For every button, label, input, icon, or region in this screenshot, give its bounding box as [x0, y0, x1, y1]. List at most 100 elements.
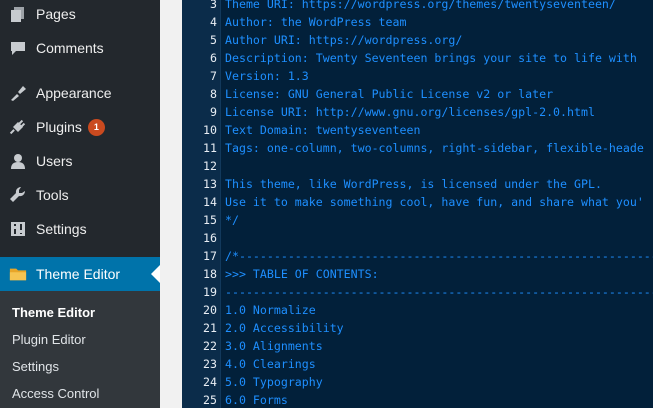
code-line[interactable]: 13 This theme, like WordPress, is license… [182, 175, 653, 193]
line-number: 17 [203, 249, 217, 263]
sidebar-item-users[interactable]: Users [0, 144, 160, 178]
tools-icon [9, 186, 27, 204]
line-number: 8 [210, 87, 217, 101]
code-text[interactable]: 4.0 Clearings [225, 355, 316, 373]
line-number: 20 [203, 303, 217, 317]
code-line[interactable]: 14 Use it to make something cool, have fu… [182, 193, 653, 211]
code-text[interactable]: Author: the WordPress team [225, 13, 406, 31]
code-text[interactable]: >>> TABLE OF CONTENTS: [225, 265, 379, 283]
line-number: 21 [203, 321, 217, 335]
sidebar-item-label: Settings [36, 221, 87, 237]
code-line[interactable]: 24 5.0 Typography [182, 373, 653, 391]
sidebar-item-label: Tools [36, 187, 69, 203]
code-line[interactable]: 8 License: GNU General Public License v2 … [182, 85, 653, 103]
code-text[interactable]: Author URI: https://wordpress.org/ [225, 31, 462, 49]
line-number: 3 [210, 0, 217, 11]
line-number: 11 [203, 141, 217, 155]
code-line[interactable]: 19 --------------------------------------… [182, 283, 653, 301]
line-number: 13 [203, 177, 217, 191]
sidebar-item-appearance[interactable]: Appearance [0, 76, 160, 110]
line-number: 15 [203, 213, 217, 227]
line-number: 25 [203, 393, 217, 407]
code-line[interactable]: 10 Text Domain: twentyseventeen [182, 121, 653, 139]
line-number: 14 [203, 195, 217, 209]
code-line[interactable]: 18 >>> TABLE OF CONTENTS: [182, 265, 653, 283]
code-line[interactable]: 7 Version: 1.3 [182, 67, 653, 85]
code-text[interactable]: /*--------------------------------------… [225, 247, 653, 265]
sidebar-item-label: Comments [36, 40, 104, 56]
plugins-update-badge: 1 [87, 118, 105, 136]
code-text[interactable]: Version: 1.3 [225, 67, 309, 85]
plugins-icon [9, 118, 27, 136]
code-line[interactable]: 23 4.0 Clearings [182, 355, 653, 373]
code-text[interactable]: 3.0 Alignments [225, 337, 323, 355]
sidebar-item-label: Users [36, 153, 73, 169]
line-number: 16 [203, 231, 217, 245]
submenu-access-control[interactable]: Access Control [12, 380, 99, 407]
sidebar-item-label: Plugins [36, 119, 82, 135]
line-number: 5 [210, 33, 217, 47]
line-number: 18 [203, 267, 217, 281]
sidebar-item-tools[interactable]: Tools [0, 178, 160, 212]
code-text[interactable]: This theme, like WordPress, is licensed … [225, 175, 602, 193]
code-line[interactable]: 4 Author: the WordPress team [182, 13, 653, 31]
code-line[interactable]: 25 6.0 Forms [182, 391, 653, 408]
line-number: 6 [210, 51, 217, 65]
sidebar-item-plugins[interactable]: Plugins 1 [0, 110, 160, 144]
submenu-theme-editor[interactable]: Theme Editor [12, 299, 95, 326]
content-gap [160, 0, 182, 408]
appearance-icon [9, 84, 27, 102]
code-editor[interactable]: 3 Theme URI: https://wordpress.org/themes… [182, 0, 653, 408]
line-number: 10 [203, 123, 217, 137]
line-number: 19 [203, 285, 217, 299]
code-line[interactable]: 15 */ [182, 211, 653, 229]
sidebar-item-pages[interactable]: Pages [0, 0, 160, 31]
line-number: 12 [203, 159, 217, 173]
line-number: 24 [203, 375, 217, 389]
code-line[interactable]: 5 Author URI: https://wordpress.org/ [182, 31, 653, 49]
code-line[interactable]: 22 3.0 Alignments [182, 337, 653, 355]
code-line[interactable]: 9 License URI: http://www.gnu.org/license… [182, 103, 653, 121]
code-line[interactable]: 11 Tags: one-column, two-columns, right-s… [182, 139, 653, 157]
code-line[interactable]: 21 2.0 Accessibility [182, 319, 653, 337]
code-line[interactable]: 20 1.0 Normalize [182, 301, 653, 319]
code-text[interactable]: Tags: one-column, two-columns, right-sid… [225, 139, 644, 157]
sidebar-item-label: Pages [36, 6, 76, 22]
folder-icon [9, 265, 27, 283]
code-text[interactable]: 2.0 Accessibility [225, 319, 344, 337]
submenu-plugin-editor[interactable]: Plugin Editor [12, 326, 86, 353]
code-text[interactable]: ----------------------------------------… [225, 283, 653, 301]
users-icon [9, 152, 27, 170]
code-text[interactable]: Text Domain: twentyseventeen [225, 121, 420, 139]
sidebar-item-label: Theme Editor [36, 266, 121, 282]
sidebar-item-comments[interactable]: Comments [0, 31, 160, 65]
sidebar-item-theme-editor[interactable]: Theme Editor [0, 257, 160, 291]
line-number: 23 [203, 357, 217, 371]
sidebar-item-label: Appearance [36, 85, 112, 101]
code-text[interactable]: Theme URI: https://wordpress.org/themes/… [225, 0, 616, 13]
line-number: 4 [210, 15, 217, 29]
code-text[interactable]: Description: Twenty Seventeen brings you… [225, 49, 637, 67]
comments-icon [9, 39, 27, 57]
line-number: 9 [210, 105, 217, 119]
code-line[interactable]: 12 [182, 157, 653, 175]
code-text[interactable]: 1.0 Normalize [225, 301, 316, 319]
code-line[interactable]: 17 /*------------------------------------… [182, 247, 653, 265]
line-number: 22 [203, 339, 217, 353]
code-line[interactable]: 16 [182, 229, 653, 247]
theme-editor-submenu: Theme Editor Plugin Editor Settings Acce… [0, 291, 160, 408]
code-text[interactable]: 5.0 Typography [225, 373, 323, 391]
code-text[interactable]: 6.0 Forms [225, 391, 288, 408]
sidebar-item-settings[interactable]: Settings [0, 212, 160, 246]
code-text[interactable]: Use it to make something cool, have fun,… [225, 193, 644, 211]
code-text[interactable]: License: GNU General Public License v2 o… [225, 85, 553, 103]
admin-sidebar: Pages Comments Appearance Plugins 1 User… [0, 0, 160, 408]
code-text[interactable]: */ [225, 211, 239, 229]
line-number: 7 [210, 69, 217, 83]
code-text[interactable]: License URI: http://www.gnu.org/licenses… [225, 103, 595, 121]
code-line[interactable]: 3 Theme URI: https://wordpress.org/themes… [182, 0, 653, 13]
settings-icon [9, 220, 27, 238]
submenu-settings[interactable]: Settings [12, 353, 59, 380]
pages-icon [9, 5, 27, 23]
code-line[interactable]: 6 Description: Twenty Seventeen brings yo… [182, 49, 653, 67]
